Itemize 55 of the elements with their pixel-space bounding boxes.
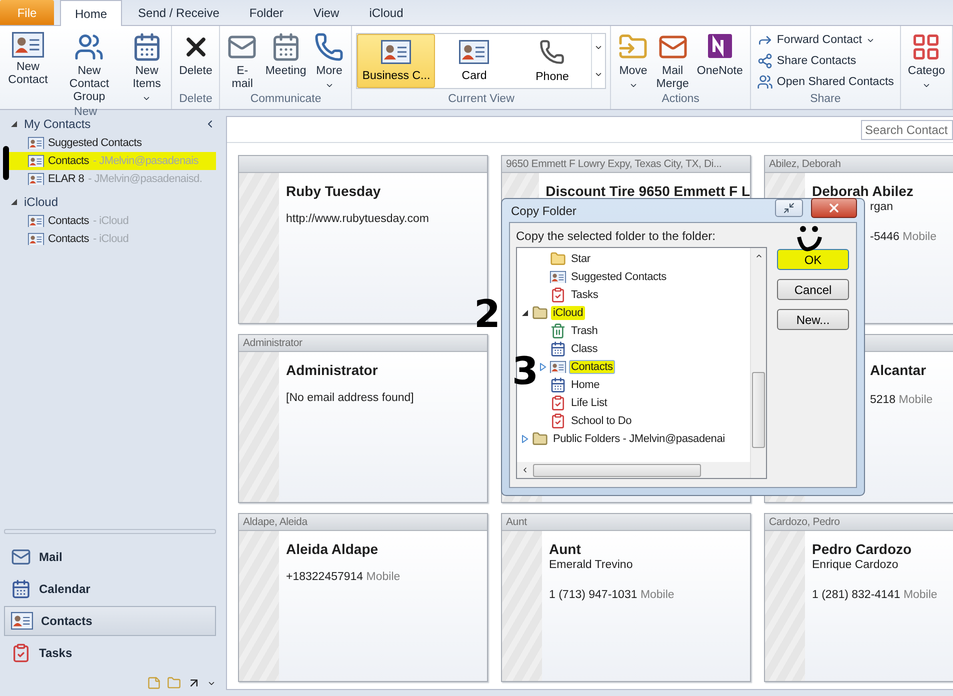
group-label: Actions — [660, 93, 700, 107]
company-name: Emerald Trevino — [549, 559, 633, 571]
contact-name: Alcantar — [870, 362, 926, 378]
section-label: My Contacts — [24, 117, 91, 131]
phone-number: 1 (713) 947-1031 Mobile — [549, 589, 674, 601]
account-name: - JMelvin@pasadenais — [93, 155, 198, 167]
section-label: iCloud — [24, 195, 58, 209]
button-label: Move — [619, 65, 648, 78]
button-label: OneNote — [696, 65, 743, 78]
card-header: Abilez, Deborah — [765, 156, 953, 173]
button-label: New Contact Group — [68, 65, 110, 104]
button-label: Delete — [179, 65, 212, 78]
handwritten-number: 3 — [512, 352, 538, 390]
contact-name: Discount Tire 9650 Emmett F L — [546, 183, 750, 199]
folder-name: Suggested Contacts — [48, 137, 142, 149]
folder-name: ELAR 8 — [48, 173, 84, 185]
group-label: Share — [809, 93, 842, 107]
company-name: rgan — [870, 201, 894, 213]
card-header: 9650 Emmett F Lowry Expy, Texas City, TX, Di... — [502, 156, 750, 173]
group-label: Delete — [178, 93, 214, 107]
contact-name: Ruby Tuesday — [286, 183, 381, 199]
button-label: New Contact — [7, 60, 49, 87]
contact-detail: +18322457914 Mobile — [286, 571, 400, 583]
folder-name: Contacts — [48, 215, 90, 227]
button-label: Meeting — [265, 65, 306, 78]
group-label: Communicate — [249, 93, 322, 107]
phone-number: 1 (281) 832-4141 Mobile — [812, 589, 938, 601]
account-name: - iCloud — [93, 233, 129, 245]
button-label: New Items — [132, 65, 162, 91]
dialog-prompt: Copy the selected folder to the folder: — [516, 229, 716, 243]
contact-detail: http://www.rubytuesday.com — [286, 213, 429, 225]
card-header: Administrator — [239, 335, 487, 352]
group-label: Current View — [447, 93, 516, 107]
account-name: - JMelvin@pasadenaisd. — [88, 173, 202, 185]
contact-name: Aunt — [549, 541, 581, 557]
button-label: Mail Merge — [656, 65, 689, 91]
group-label: New — [73, 106, 98, 118]
card-header: Aunt — [502, 514, 750, 531]
card-header: Cardozo, Pedro — [765, 514, 953, 531]
folder-name: Contacts — [48, 233, 90, 245]
account-name: - iCloud — [93, 215, 129, 227]
contact-name: Pedro Cardozo — [812, 541, 912, 557]
phone-number: 5218 Mobile — [870, 394, 933, 406]
contact-name: Administrator — [286, 362, 378, 378]
button-label: More — [316, 65, 342, 78]
contact-detail: [No email address found] — [286, 392, 414, 404]
contact-name: Deborah Abilez — [812, 183, 914, 199]
phone-number: -5446 Mobile — [870, 231, 937, 243]
button-label: Catego — [908, 65, 945, 78]
company-name: Enrique Cardozo — [812, 559, 898, 571]
folder-name: Contacts — [48, 155, 90, 167]
card-header: Aldape, Aleida — [239, 514, 487, 531]
button-label: E-mail — [230, 65, 254, 91]
contact-name: Aleida Aldape — [286, 541, 378, 557]
dialog-title: Copy Folder — [510, 204, 576, 218]
